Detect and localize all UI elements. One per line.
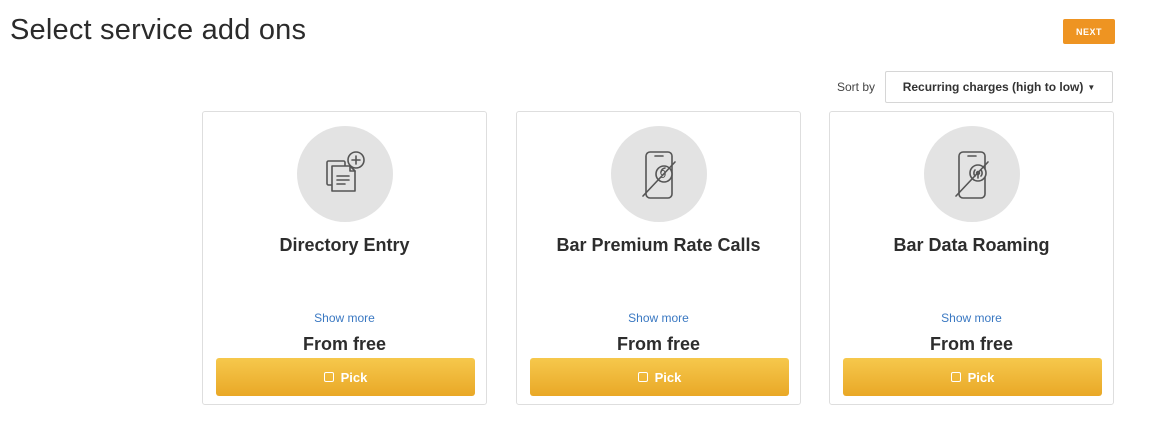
icon-badge: 9 [610,126,707,222]
card-price: From free [616,334,701,354]
show-more-link[interactable]: Show more [203,311,486,325]
document-add-icon [325,151,365,192]
page-title: Select service add ons [10,14,307,46]
card-price: From free [929,334,1014,354]
card-price: From free [302,334,387,354]
icon-badge [923,126,1020,222]
pick-button[interactable]: Pick [843,358,1102,396]
sort-selected-value: Recurring charges (high to low) [902,80,1084,94]
card-title: Directory Entry [279,235,410,255]
barred-roaming-phone-icon [954,151,989,199]
sort-dropdown[interactable]: Recurring charges (high to low) ▼ [885,71,1113,103]
card-title: Bar Premium Rate Calls [556,235,761,255]
pick-label: Pick [340,369,368,385]
card-title: Bar Data Roaming [893,235,1050,255]
pick-button[interactable]: Pick [530,358,789,396]
pick-label: Pick [654,369,682,385]
pick-label: Pick [967,369,995,385]
checkbox-icon [323,372,334,382]
show-more-link[interactable]: Show more [517,311,800,325]
barred-premium-phone-icon: 9 [641,151,676,199]
checkbox-icon [637,372,648,382]
addon-card-bar-data-roaming: Bar Data Roaming Show more From free Pic… [829,111,1114,405]
show-more-link[interactable]: Show more [830,311,1113,325]
icon-badge [296,126,393,222]
checkbox-icon [950,372,961,382]
sort-label: Sort by [837,80,876,94]
next-button[interactable]: NEXT [1063,19,1115,44]
caret-down-icon: ▼ [1087,82,1096,92]
addon-card-directory-entry: Directory Entry Show more From free Pick [202,111,487,405]
pick-button[interactable]: Pick [216,358,475,396]
addon-card-bar-premium-rate-calls: 9 Bar Premium Rate Calls Show more From … [516,111,801,405]
